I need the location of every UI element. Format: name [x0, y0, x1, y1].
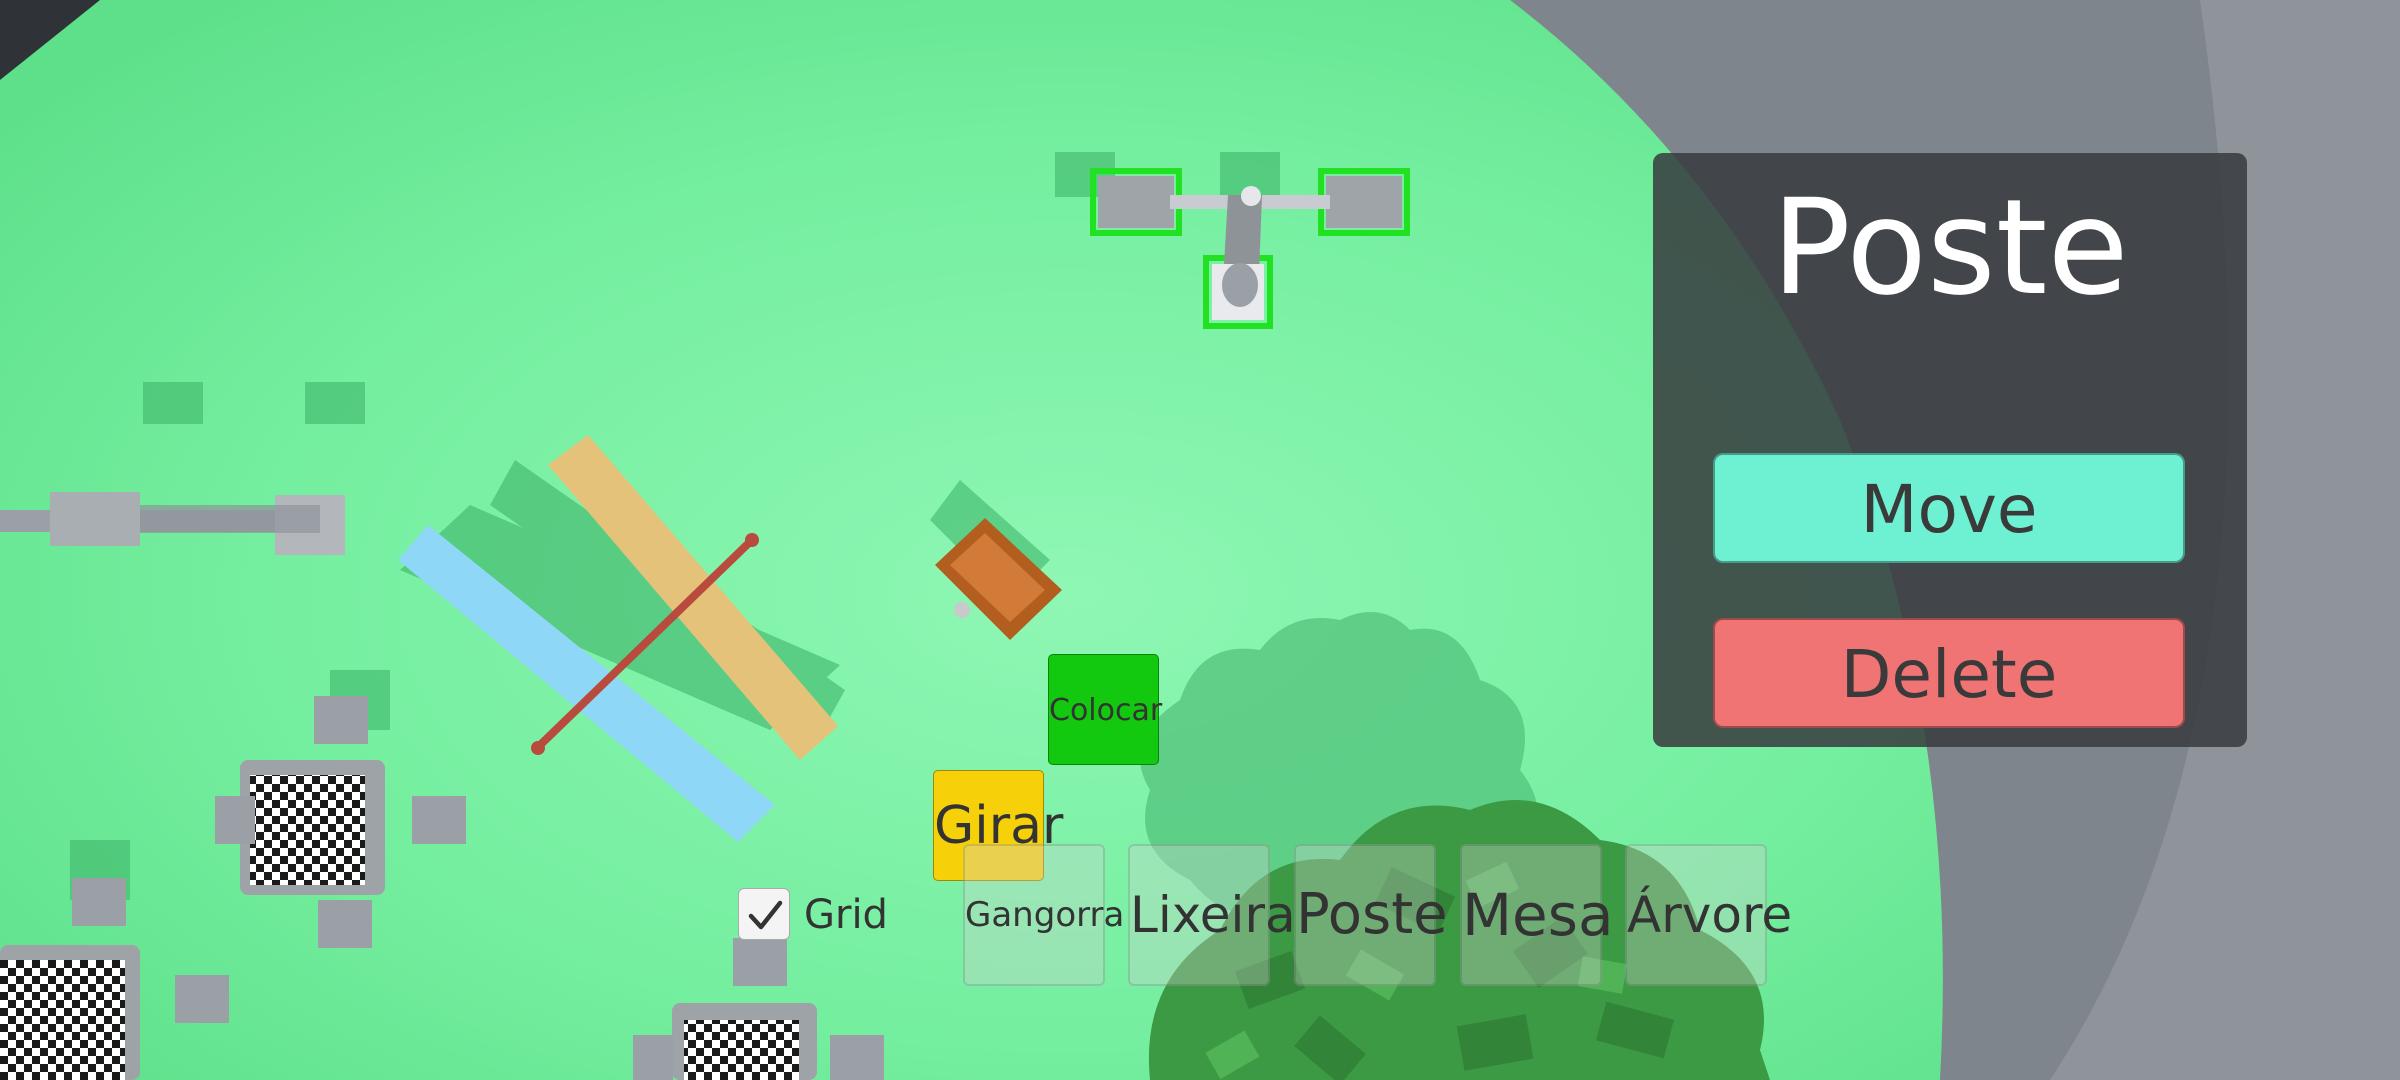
move-button[interactable]: Move: [1713, 453, 2185, 563]
item-button-poste[interactable]: Poste: [1294, 844, 1448, 986]
item-button-gangorra[interactable]: Gangorra: [963, 844, 1124, 986]
delete-button[interactable]: Delete: [1713, 618, 2185, 728]
checkmark-icon: [748, 900, 783, 930]
grid-label: Grid: [804, 892, 888, 938]
selected-object-panel: Poste Move Delete: [1653, 153, 2247, 747]
item-button-mesa[interactable]: Mesa: [1460, 844, 1614, 986]
place-button[interactable]: Colocar: [1048, 654, 1162, 765]
selected-object-title: Poste: [1771, 171, 2129, 325]
grid-checkbox[interactable]: [738, 888, 790, 940]
item-button-lixeira[interactable]: Lixeira: [1128, 844, 1296, 986]
item-button-arvore[interactable]: Árvore: [1625, 844, 1792, 986]
